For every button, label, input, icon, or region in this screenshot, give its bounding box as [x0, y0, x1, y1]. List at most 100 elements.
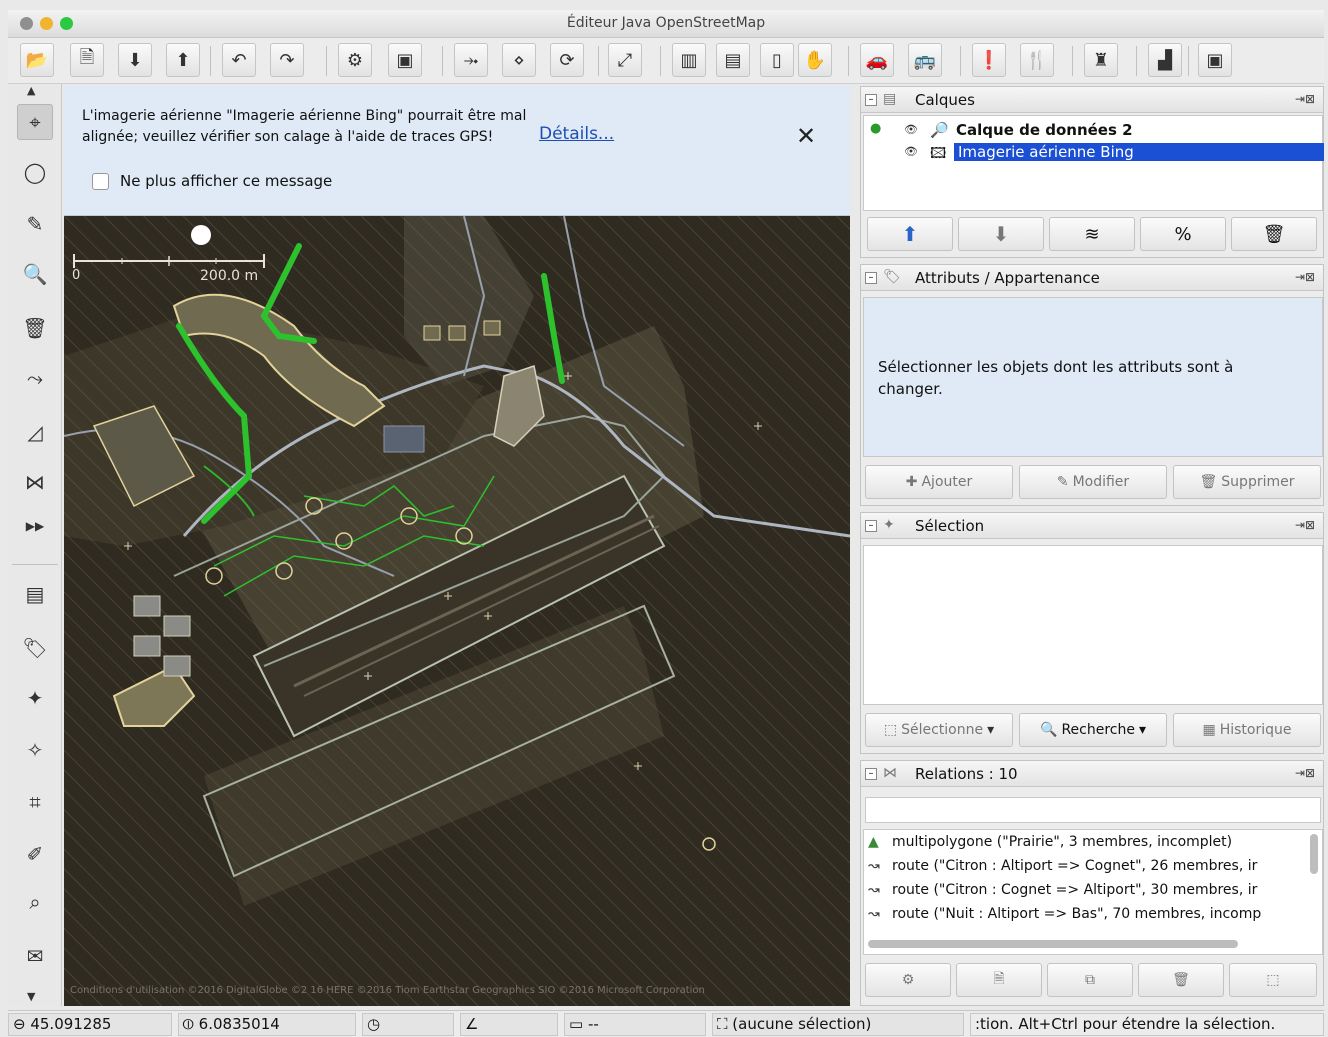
tags-panel-header[interactable]: – 🏷 Attributs / Appartenance ⇥⊠	[861, 265, 1323, 291]
scroll-up-icon[interactable]: ▲	[27, 84, 35, 97]
duplicate-relation-button[interactable]: ⧉	[1047, 963, 1133, 997]
horizontal-scrollbar[interactable]	[868, 940, 1238, 948]
toolbar-separator	[660, 46, 661, 76]
mode-toolbar: ▲ ▼ ⌖ ◯ ✎ 🔍 🗑 ⤳ ◿ ⋈ ▶▶ ▤ 🏷 ✦ ✧ ⌗ ✐ ⌕ ✉	[8, 84, 62, 1006]
layers-toggle-button[interactable]: ▤	[17, 576, 53, 612]
panel-controls-icon[interactable]: ⇥⊠	[1295, 766, 1315, 780]
toolbar-separator	[960, 46, 961, 76]
download-button[interactable]: ⬇	[118, 43, 152, 77]
layer-row[interactable]: ● 👁 🔎 Calque de données 2	[864, 120, 1324, 142]
refresh-button[interactable]: ⟳	[550, 43, 584, 77]
collapse-icon[interactable]: –	[865, 768, 877, 780]
open-location-button[interactable]: 🗎	[70, 43, 104, 77]
layer-row[interactable]: 👁 🖾 Imagerie aérienne Bing	[864, 142, 1324, 164]
bus-button[interactable]: 🚌	[908, 43, 942, 77]
filter-toggle-button[interactable]: ⌗	[17, 784, 53, 820]
delete-tool-button[interactable]: 🗑	[17, 310, 53, 346]
parallel-way-button[interactable]: ◿	[17, 414, 53, 450]
preferences-button[interactable]: ⚙	[338, 43, 372, 77]
tags-toggle-button[interactable]: 🏷	[17, 630, 53, 666]
delete-tag-button[interactable]: 🗑 Supprimer	[1173, 465, 1321, 499]
selection-list[interactable]	[863, 545, 1323, 705]
nodes-button[interactable]: ⋄	[502, 43, 536, 77]
visibility-eye-icon[interactable]: 👁	[904, 123, 918, 136]
relation-row[interactable]: ↝ route ("Citron : Cognet => Altiport", 3…	[868, 882, 1304, 906]
new-relation-button[interactable]: 🗎	[956, 963, 1042, 997]
opacity-button[interactable]: %	[1140, 217, 1226, 251]
close-notice-icon[interactable]: ✕	[796, 122, 816, 150]
expert-button[interactable]: ▣	[388, 43, 422, 77]
zoom-tool-button[interactable]: 🔍	[17, 256, 53, 292]
imagery-layer-icon: 🖾	[930, 144, 947, 162]
longitude-icon: ⦶	[183, 1015, 199, 1033]
edit-tag-button[interactable]: ✎ Modifier	[1019, 465, 1167, 499]
lasso-tool-button[interactable]: ◯	[17, 154, 53, 190]
scroll-down-icon[interactable]: ▼	[27, 990, 35, 1003]
merge-layer-button[interactable]: ≋	[1049, 217, 1135, 251]
exclamation-button[interactable]: ❗	[972, 43, 1006, 77]
relation-filter-input[interactable]	[865, 797, 1321, 823]
more-tools-button[interactable]: ▶▶	[17, 508, 53, 544]
visibility-eye-icon[interactable]: 👁	[904, 145, 918, 158]
collapse-icon[interactable]: –	[865, 94, 877, 106]
road-button[interactable]: ▥	[672, 43, 706, 77]
heading-field: ◷	[362, 1013, 454, 1036]
selection-toggle-button[interactable]: ✦	[17, 680, 53, 716]
panel-controls-icon[interactable]: ⇥⊠	[1295, 518, 1315, 532]
select-relation-button[interactable]: ⬚	[1229, 963, 1317, 997]
vertical-scrollbar[interactable]	[1310, 834, 1318, 874]
panel-controls-icon[interactable]: ⇥⊠	[1295, 92, 1315, 106]
relation-tool-button[interactable]: ⋈	[17, 464, 53, 500]
undo-button[interactable]: ↶	[222, 43, 256, 77]
restaurant-button[interactable]: 🍴	[1020, 43, 1054, 77]
collapse-icon[interactable]: –	[865, 520, 877, 532]
select-tool-button[interactable]: ⌖	[17, 104, 53, 140]
relation-row[interactable]: ↝ route ("Citron : Altiport => Cognet", 2…	[868, 858, 1304, 882]
panel-controls-icon[interactable]: ⇥⊠	[1295, 270, 1315, 284]
copy-icon: ⧉	[1085, 972, 1095, 988]
redo-button[interactable]: ↷	[270, 43, 304, 77]
history-label: Historique	[1219, 722, 1292, 738]
history-button[interactable]: ▦ Historique	[1173, 713, 1321, 747]
factory-button[interactable]: ▟	[1148, 43, 1182, 77]
castle-button[interactable]: ♜	[1084, 43, 1118, 77]
history-toggle-button[interactable]: ⌕	[17, 884, 53, 920]
delete-relation-button[interactable]: 🗑	[1138, 963, 1224, 997]
more-button[interactable]: ▣	[1198, 43, 1232, 77]
search-dropdown-button[interactable]: 🔍 Recherche ▾	[1019, 713, 1167, 747]
selection-panel-header[interactable]: – ✦ Sélection ⇥⊠	[861, 513, 1323, 539]
open-button[interactable]: 📂	[20, 43, 54, 77]
car-button[interactable]: 🚗	[860, 43, 894, 77]
edit-relation-button[interactable]: ⚙	[865, 963, 951, 997]
relation-row[interactable]: ▲ multipolygone ("Prairie", 3 membres, in…	[868, 834, 1304, 858]
select-dropdown-button[interactable]: ⬚ Sélectionne ▾	[865, 713, 1013, 747]
hand-button[interactable]: ✋	[798, 43, 832, 77]
route-icon: ↝	[868, 858, 880, 874]
details-link[interactable]: Détails...	[539, 124, 614, 144]
move-up-button[interactable]: ⬆	[867, 217, 953, 251]
tracks-button[interactable]: ⤞	[454, 43, 488, 77]
zoom-fit-button[interactable]: ⤢	[608, 43, 642, 77]
rail-button[interactable]: ▤	[716, 43, 750, 77]
draw-tool-button[interactable]: ✎	[17, 206, 53, 242]
layers-panel-header[interactable]: – ▤ Calques ⇥⊠	[861, 87, 1323, 113]
delete-layer-button[interactable]: 🗑	[1231, 217, 1317, 251]
toolbar-separator	[326, 46, 327, 76]
dont-show-again-checkbox[interactable]	[92, 173, 109, 190]
move-down-button[interactable]: ⬇	[958, 217, 1044, 251]
upload-button[interactable]: ⬆	[166, 43, 200, 77]
validator-toggle-button[interactable]: ✧	[17, 732, 53, 768]
map-paint-button[interactable]: ✐	[17, 836, 53, 872]
traffic-light-button[interactable]: ▯	[760, 43, 794, 77]
map-view[interactable]: 0 200.0 m Conditions d'utilisation ©2016…	[64, 216, 850, 1006]
relations-panel-header[interactable]: – ⋈ Relations : 10 ⇥⊠	[861, 761, 1323, 787]
add-tag-button[interactable]: ✚ Ajouter	[865, 465, 1013, 499]
messages-toggle-button[interactable]: ✉	[17, 938, 53, 974]
imagery-attribution[interactable]: Conditions d'utilisation ©2016 DigitalGl…	[70, 985, 705, 996]
select-tool-icon: ⌖	[29, 110, 41, 134]
relation-row[interactable]: ↝ route ("Nuit : Altiport => Bas", 70 mem…	[868, 906, 1304, 930]
trash-icon: 🗑	[1262, 223, 1286, 245]
collapse-icon[interactable]: –	[865, 272, 877, 284]
edit-icon: ✎	[1056, 474, 1069, 490]
improve-way-button[interactable]: ⤳	[17, 360, 53, 396]
